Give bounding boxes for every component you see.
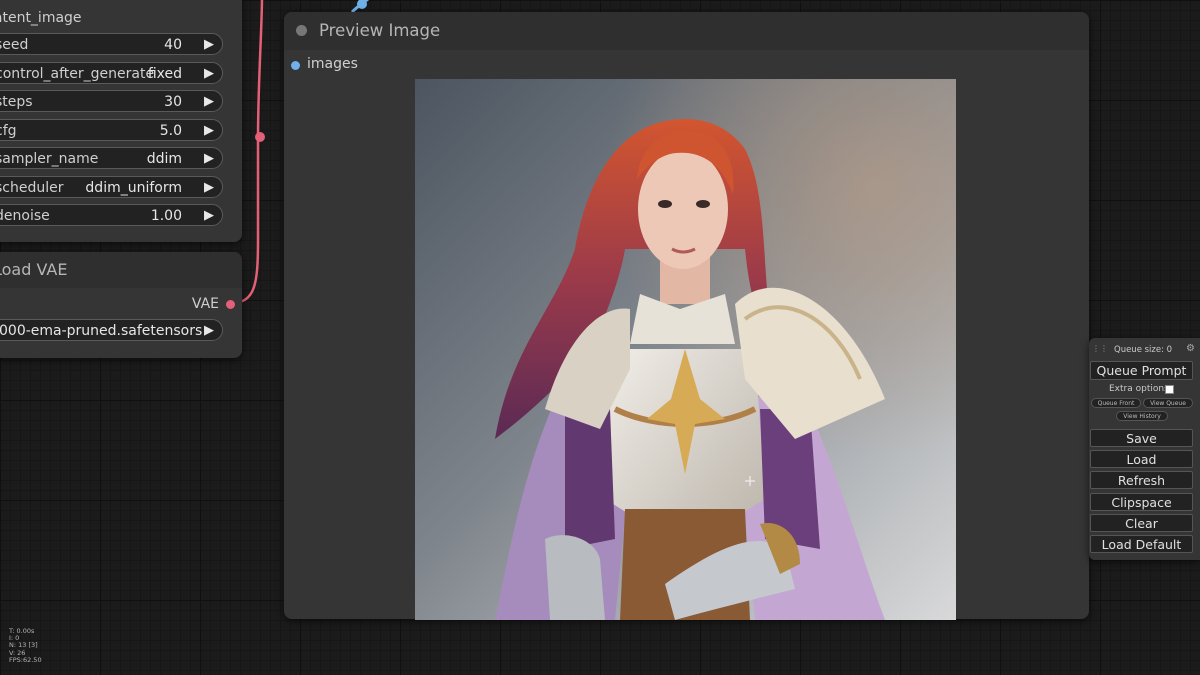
widget-label: control_after_generate <box>0 66 155 82</box>
clipspace-button[interactable]: Clipspace <box>1090 493 1193 511</box>
load-default-button[interactable]: Load Default <box>1090 535 1193 553</box>
increment-arrow-icon[interactable]: ▶ <box>204 177 214 199</box>
load-vae-node[interactable]: Load VAE VAE <box>0 252 242 358</box>
ksampler-widget-denoise[interactable]: denoise 1.00 ▶ <box>0 204 223 226</box>
queue-front-button[interactable]: Queue Front <box>1091 398 1141 408</box>
widget-value: ddim <box>146 151 182 167</box>
vae-name-value: 000-ema-pruned.safetensors <box>0 323 203 339</box>
ksampler-widget-seed[interactable]: seed 40 ▶ <box>0 33 223 55</box>
load-button[interactable]: Load <box>1090 450 1193 468</box>
load-vae-title: Load VAE <box>0 260 68 279</box>
widget-label: sampler_name <box>0 151 99 167</box>
vae-output-label: VAE <box>191 296 219 312</box>
view-history-button[interactable]: View History <box>1116 411 1168 421</box>
stat-fps: FPS:62.50 <box>9 655 42 664</box>
refresh-button[interactable]: Refresh <box>1090 471 1193 489</box>
ksampler-widget-steps[interactable]: steps 30 ▶ <box>0 90 223 112</box>
collapse-dot-icon[interactable] <box>296 25 307 36</box>
increment-arrow-icon[interactable]: ▶ <box>204 34 214 56</box>
increment-arrow-icon[interactable]: ▶ <box>204 63 214 85</box>
clear-button[interactable]: Clear <box>1090 514 1193 532</box>
load-vae-title-bar[interactable]: Load VAE <box>0 252 242 288</box>
drag-handle-icon[interactable]: ⋮⋮ <box>1092 344 1108 353</box>
widget-label: cfg <box>0 123 17 139</box>
ksampler-widget-control-after-generate[interactable]: control_after_generate fixed ▶ <box>0 62 223 84</box>
widget-value: fixed <box>147 66 182 82</box>
ksampler-widget-cfg[interactable]: cfg 5.0 ▶ <box>0 119 223 141</box>
widget-label: steps <box>0 94 33 110</box>
widget-value: 5.0 <box>159 123 182 139</box>
increment-arrow-icon[interactable]: ▶ <box>204 91 214 113</box>
vae-link-midpoint <box>255 132 265 142</box>
widget-value: ddim_uniform <box>85 180 182 196</box>
increment-arrow-icon[interactable]: ▶ <box>204 148 214 170</box>
preview-image-node[interactable]: Preview Image images <box>284 12 1089 620</box>
settings-gear-icon[interactable]: ⚙ <box>1186 343 1195 354</box>
images-input-label: images <box>307 56 358 72</box>
extra-options-label: Extra options <box>1109 384 1169 394</box>
ksampler-widget-scheduler[interactable]: scheduler ddim_uniform ▶ <box>0 176 223 198</box>
widget-value: 30 <box>164 94 182 110</box>
image-link-midpoint <box>357 0 367 9</box>
vae-name-combo[interactable]: 000-ema-pruned.safetensors ▶ <box>0 319 223 341</box>
widget-label: seed <box>0 37 29 53</box>
save-button[interactable]: Save <box>1090 429 1193 447</box>
queue-size-label: Queue size: 0 <box>1114 345 1173 355</box>
vae-output-slot[interactable] <box>226 300 235 309</box>
preview-image[interactable] <box>415 79 956 620</box>
queue-prompt-button[interactable]: Queue Prompt <box>1090 361 1193 380</box>
widget-value: 40 <box>164 37 182 53</box>
image-link <box>350 0 370 14</box>
increment-arrow-icon[interactable]: ▶ <box>204 120 214 142</box>
increment-arrow-icon[interactable]: ▶ <box>204 205 214 227</box>
vae-name-arrow-icon[interactable]: ▶ <box>204 320 214 342</box>
widget-label: denoise <box>0 208 50 224</box>
preview-title: Preview Image <box>319 21 441 40</box>
widget-label: scheduler <box>0 180 64 196</box>
ksampler-widget-sampler-name[interactable]: sampler_name ddim ▶ <box>0 147 223 169</box>
view-queue-button[interactable]: View Queue <box>1143 398 1193 408</box>
images-input-slot[interactable] <box>291 61 300 70</box>
preview-title-bar[interactable]: Preview Image <box>284 12 1089 50</box>
render-stats: T: 0.00s I: 0 N: 13 [3] V: 26 FPS:62.50 <box>9 627 42 664</box>
widget-value: 1.00 <box>150 208 182 224</box>
latent-image-input-label: latent_image <box>0 10 82 26</box>
extra-options-checkbox[interactable] <box>1165 385 1174 394</box>
